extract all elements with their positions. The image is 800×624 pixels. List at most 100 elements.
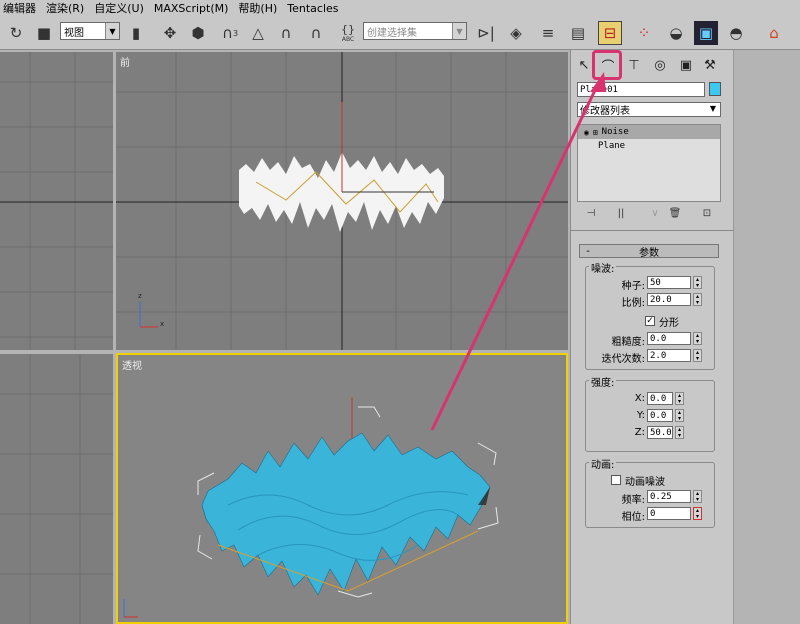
menu-maxscript[interactable]: MAXScript(M) — [151, 2, 236, 15]
strength-z-input[interactable]: 50.0 — [647, 426, 673, 439]
menu-tentacles[interactable]: Tentacles — [284, 2, 345, 15]
spinner-snap-icon[interactable]: ∩ — [304, 21, 328, 45]
scale-input[interactable]: 20.0 — [647, 293, 691, 306]
viewport-top-left[interactable] — [0, 52, 113, 350]
menu-customize[interactable]: 自定义(U) — [91, 0, 151, 16]
main-toolbar: ↻ ■ 视图 ▼ ▮ ✥ ⬢ ∩ 3 △ ∩ ∩ {} ABC 创建选择集 ▼ ⊳|… — [0, 16, 800, 50]
remove-modifier-icon[interactable]: 🗑 — [667, 206, 683, 220]
seed-label: 种子: — [621, 281, 645, 292]
stack-item-noise-label: Noise — [601, 127, 629, 137]
chevron-down-icon: ▼ — [709, 104, 717, 113]
viewport-perspective[interactable]: 透视 — [116, 353, 568, 624]
frequency-input[interactable]: 0.25 — [647, 490, 691, 503]
perspective-scene — [123, 397, 499, 618]
named-selection-icon[interactable]: {} ABC — [336, 21, 360, 45]
scale-label: 比例: — [621, 298, 645, 309]
menu-editor[interactable]: 编辑器 — [0, 0, 43, 16]
roughness-input[interactable]: 0.0 — [647, 332, 691, 345]
command-panel: ↖ ⌒ ⊤ ◎ ▣ ⚒ Plane01 修改器列表 ▼ ◉ ⊞ Noise Plan… — [570, 50, 734, 624]
display-tab-icon[interactable]: ▣ — [675, 54, 697, 76]
schematic-view-icon[interactable]: ⊟ — [598, 21, 622, 45]
configure-modifier-sets-icon[interactable]: ⊡ — [699, 206, 715, 220]
scale-spinner[interactable]: ▴ ▾ — [693, 293, 702, 306]
iterations-input[interactable]: 2.0 — [647, 349, 691, 362]
angle-snap-icon[interactable]: △ — [246, 21, 270, 45]
phase-spinner[interactable]: ▴ ▾ — [693, 507, 702, 520]
strength-x-input[interactable]: 0.0 — [647, 392, 673, 405]
right-scroll-strip[interactable] — [733, 50, 800, 624]
viewport-grid — [0, 52, 113, 350]
seed-input[interactable]: 50 — [647, 276, 691, 289]
strength-y-label: Y: — [636, 410, 645, 421]
object-color-swatch[interactable] — [709, 82, 721, 96]
viewport-bottom-left[interactable] — [0, 354, 113, 624]
select-region-icon[interactable]: ■ — [32, 21, 56, 45]
strength-z-label: Z: — [634, 427, 645, 438]
noise-group-title: 噪波: — [589, 260, 617, 275]
align-icon[interactable]: ◈ — [504, 21, 528, 45]
frequency-label: 频率: — [621, 495, 645, 506]
render-frame-icon[interactable]: ▣ — [694, 21, 718, 45]
show-end-result-icon[interactable]: || — [613, 206, 629, 220]
strength-y-spinner[interactable]: ▴ ▾ — [675, 409, 684, 422]
viewport-front[interactable]: 前 z x — [116, 52, 568, 350]
strength-x-spinner[interactable]: ▴ ▾ — [675, 392, 684, 405]
animation-group-title: 动画: — [589, 456, 617, 471]
object-name-field[interactable]: Plane01 — [577, 82, 705, 97]
strength-x-label: X: — [634, 393, 645, 404]
pin-stack-icon[interactable]: ⊣ — [583, 206, 599, 220]
modify-tab-highlight — [592, 50, 622, 80]
roughness-label: 粗糙度: — [611, 337, 645, 348]
hierarchy-tab-icon[interactable]: ⊤ — [623, 54, 645, 76]
viewport-label-front[interactable]: 前 — [120, 54, 130, 69]
roughness-spinner[interactable]: ▴ ▾ — [693, 332, 702, 345]
utilities-tab-icon[interactable]: ⚒ — [699, 54, 721, 76]
frequency-spinner[interactable]: ▴ ▾ — [693, 490, 702, 503]
layer-manager-icon[interactable]: ≡ — [536, 21, 560, 45]
axis-x-label: x — [160, 320, 165, 328]
mirror-icon[interactable]: ⊳| — [474, 21, 498, 45]
snap-label: 3 — [232, 28, 239, 38]
motion-tab-icon[interactable]: ◎ — [649, 54, 671, 76]
stack-item-noise[interactable]: ◉ ⊞ Noise — [578, 125, 720, 139]
viewport-grid — [0, 354, 113, 624]
material-editor-icon[interactable]: ⁘ — [632, 21, 656, 45]
selection-set-placeholder: 创建选择集 — [367, 27, 417, 39]
fractal-checkbox[interactable]: ✓ — [645, 316, 655, 326]
menu-bar: 编辑器 渲染(R) 自定义(U) MAXScript(M) 帮助(H) Tent… — [0, 0, 800, 16]
strength-y-input[interactable]: 0.0 — [647, 409, 673, 422]
iterations-label: 迭代次数: — [601, 354, 645, 365]
pivot-icon[interactable]: ▮ — [124, 21, 148, 45]
parameters-rollout-header[interactable]: - 参数 — [579, 244, 719, 259]
snap-toggle-icon[interactable]: ∩ 3 — [218, 21, 242, 45]
seed-spinner[interactable]: ▴ ▾ — [693, 276, 702, 289]
lightbulb-icon: ◉ — [584, 127, 589, 137]
phase-label: 相位: — [621, 512, 645, 523]
curve-editor-icon[interactable]: ▤ — [566, 21, 590, 45]
menu-help[interactable]: 帮助(H) — [235, 0, 284, 16]
named-selection-set-combo[interactable]: 创建选择集 ▼ — [363, 22, 467, 40]
render-setup-icon[interactable]: ◒ — [664, 21, 688, 45]
menu-render[interactable]: 渲染(R) — [43, 0, 91, 16]
viewport-label-perspective[interactable]: 透视 — [122, 357, 142, 372]
collapse-icon: - — [586, 245, 590, 257]
make-unique-icon[interactable]: ∨ — [647, 206, 663, 220]
iterations-spinner[interactable]: ▴ ▾ — [693, 349, 702, 362]
stack-item-plane[interactable]: Plane — [578, 139, 720, 153]
percent-snap-icon[interactable]: ∩ — [274, 21, 298, 45]
phase-input[interactable]: 0 — [647, 507, 691, 520]
modifier-list-combo[interactable]: 修改器列表 ▼ — [577, 102, 721, 117]
animate-noise-checkbox[interactable] — [611, 475, 621, 485]
select-manipulate-icon[interactable]: ✥ — [158, 21, 182, 45]
keyboard-shortcut-icon[interactable]: ⬢ — [186, 21, 210, 45]
quick-render-icon[interactable]: ◓ — [724, 21, 748, 45]
chevron-down-icon: ▼ — [452, 23, 466, 39]
modifier-list-label: 修改器列表 — [580, 106, 630, 117]
redo-icon[interactable]: ↻ — [4, 21, 28, 45]
building-icon[interactable]: ⌂ — [762, 21, 786, 45]
fractal-label: 分形 — [659, 318, 679, 329]
animate-noise-label: 动画噪波 — [625, 477, 665, 488]
strength-z-spinner[interactable]: ▴ ▾ — [675, 426, 684, 439]
reference-coord-combo[interactable]: 视图 ▼ — [60, 22, 120, 40]
expand-icon: ⊞ — [592, 127, 598, 137]
